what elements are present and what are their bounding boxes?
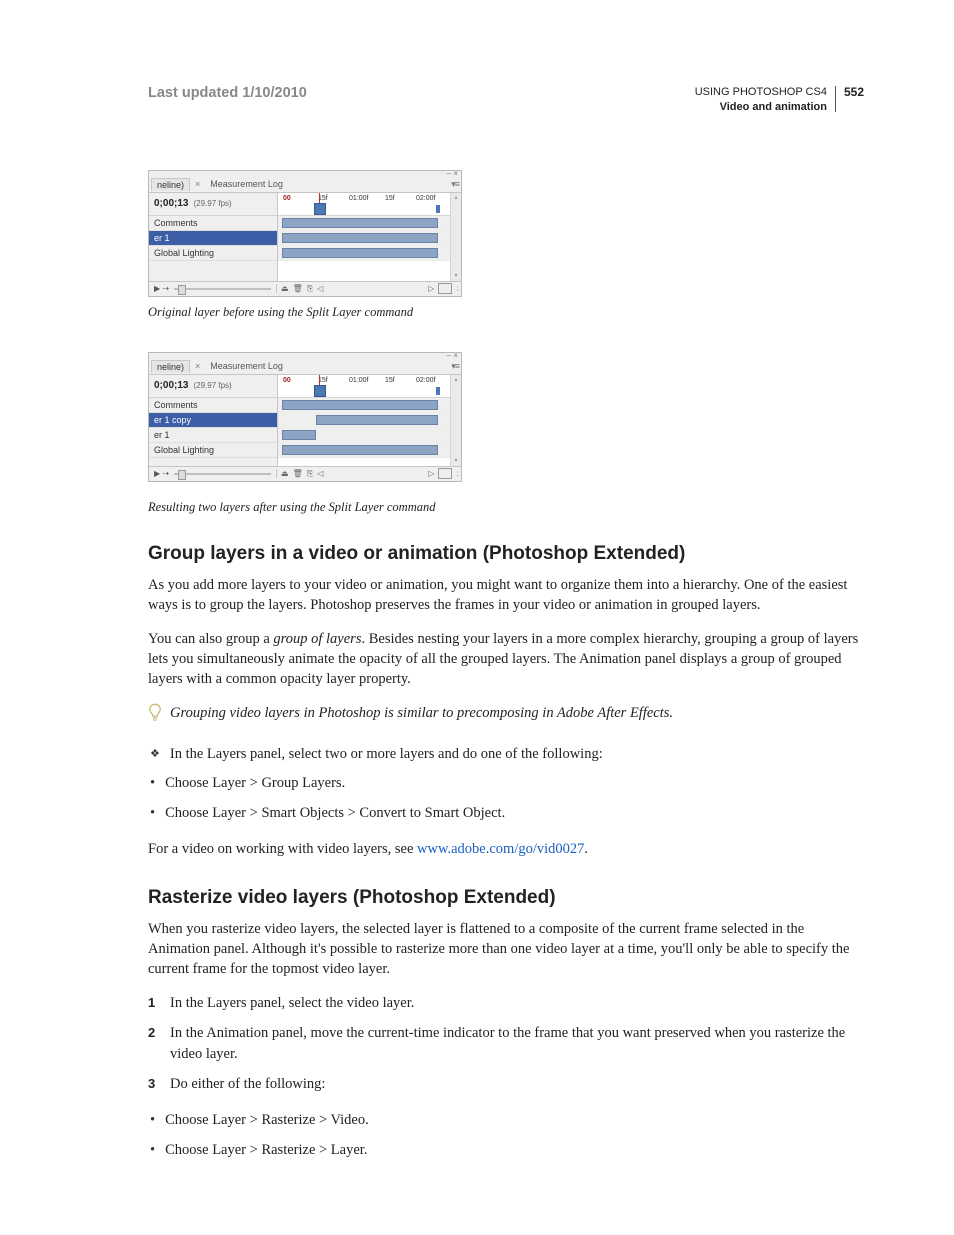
clip-comments: [282, 218, 438, 228]
numbered-steps: 1In the Layers panel, select the video l…: [148, 993, 864, 1096]
tip-bulb-icon: [148, 703, 162, 728]
timecode-display: 0;00;13: [154, 198, 188, 209]
bullet-list: Choose Layer > Group Layers. Choose Laye…: [148, 773, 864, 825]
fps-display: (29.97 fps): [193, 199, 231, 208]
header-right: USING PHOTOSHOP CS4 Video and animation …: [695, 85, 864, 115]
scroll-down-icon: ▾: [451, 271, 461, 281]
timecode-display: 0;00;13: [154, 380, 188, 391]
figure-1: – × neline) × Measurement Log ▾≡ 0;00;13…: [148, 170, 864, 320]
timeline-ruler: 00 15f 01:00f 15f 02:00f: [278, 193, 450, 216]
header-divider: [835, 86, 836, 112]
body-paragraph: For a video on working with video layers…: [148, 839, 864, 859]
list-item: Choose Layer > Group Layers.: [150, 773, 864, 795]
clip-global: [282, 445, 438, 455]
tip-callout: Grouping video layers in Photoshop is si…: [148, 703, 864, 728]
footer-box-icon: [438, 468, 452, 479]
list-item: Choose Layer > Rasterize > Layer.: [150, 1140, 864, 1162]
clip-comments: [282, 400, 438, 410]
tip-text: Grouping video layers in Photoshop is si…: [170, 703, 673, 723]
body-paragraph: You can also group a group of layers. Be…: [148, 629, 864, 689]
scroll-up-icon: ▴: [451, 375, 461, 385]
doc-section: Video and animation: [695, 100, 827, 115]
doc-title: USING PHOTOSHOP CS4: [695, 85, 827, 100]
footer-icon: ⏏: [281, 284, 289, 293]
scroll-up-icon: ▴: [451, 193, 461, 203]
clip-er1-split: [282, 430, 316, 440]
animation-panel-2: – × neline) × Measurement Log ▾≡ 0;00;13…: [148, 352, 462, 482]
bullet-list: Choose Layer > Rasterize > Video. Choose…: [148, 1110, 864, 1162]
step-item: 1In the Layers panel, select the video l…: [148, 993, 864, 1015]
prev-frame-icon: ◁: [317, 284, 323, 293]
clip-er1-copy: [316, 415, 438, 425]
animation-panel-1: – × neline) × Measurement Log ▾≡ 0;00;13…: [148, 170, 462, 297]
panel-tab-timeline: neline): [151, 178, 190, 191]
list-item: In the Layers panel, select two or more …: [150, 744, 864, 766]
trash-icon: 🗑: [293, 284, 303, 293]
track-er1: er 1: [149, 231, 277, 246]
panel-scrollbar: ▴ ▾: [450, 193, 461, 281]
step-item: 3Do either of the following:: [148, 1074, 864, 1096]
zoom-slider: [174, 288, 271, 290]
playhead-icon: [314, 385, 326, 397]
video-link[interactable]: www.adobe.com/go/vid0027: [417, 841, 584, 857]
panel-track-list: 0;00;13 (29.97 fps) Comments er 1 copy e…: [149, 375, 278, 466]
track-comments: Comments: [149, 216, 277, 231]
list-item: Choose Layer > Rasterize > Video.: [150, 1110, 864, 1132]
track-global-lighting: Global Lighting: [149, 443, 277, 458]
track-global-lighting: Global Lighting: [149, 246, 277, 261]
panel-tab-timeline: neline): [151, 360, 190, 373]
panel-tab-measurement-log: Measurement Log: [205, 178, 288, 190]
footer-icon: ⏏: [281, 469, 289, 478]
panel-scrollbar: ▴ ▾: [450, 375, 461, 466]
diamond-list: In the Layers panel, select two or more …: [148, 744, 864, 766]
footer-icon-3: ⎘: [307, 469, 313, 479]
body-paragraph: As you add more layers to your video or …: [148, 575, 864, 615]
track-er1-copy: er 1 copy: [149, 413, 277, 428]
work-area-end-icon: [436, 205, 440, 213]
panel-menu-icon: ▾≡: [451, 179, 459, 190]
trash-icon: 🗑: [293, 469, 303, 478]
next-frame-icon: ▷: [428, 469, 434, 478]
step-item: 2In the Animation panel, move the curren…: [148, 1023, 864, 1067]
panel-tab-measurement-log: Measurement Log: [205, 360, 288, 372]
clip-global: [282, 248, 438, 258]
figure-2: – × neline) × Measurement Log ▾≡ 0;00;13…: [148, 352, 864, 515]
panel-track-list: 0;00;13 (29.97 fps) Comments er 1 Global…: [149, 193, 278, 281]
heading-group-layers: Group layers in a video or animation (Ph…: [148, 543, 864, 565]
next-frame-icon: ▷: [428, 284, 434, 293]
page-header: Last updated 1/10/2010 USING PHOTOSHOP C…: [148, 85, 864, 115]
timeline-ruler: 00 15f 01:00f 15f 02:00f: [278, 375, 450, 398]
scroll-down-icon: ▾: [451, 456, 461, 466]
work-area-end-icon: [436, 387, 440, 395]
figure-1-caption: Original layer before using the Split La…: [148, 305, 864, 320]
close-icon: ×: [192, 361, 203, 371]
resize-grip-icon: .::: [456, 284, 457, 293]
list-item: Choose Layer > Smart Objects > Convert t…: [150, 803, 864, 825]
prev-frame-icon: ◁: [317, 469, 323, 478]
panel-menu-icon: ▾≡: [451, 361, 459, 372]
playback-controls-icon: ▶ ⇢: [154, 284, 169, 293]
last-updated-text: Last updated 1/10/2010: [148, 85, 307, 101]
zoom-slider: [174, 473, 271, 475]
fps-display: (29.97 fps): [193, 381, 231, 390]
playback-controls-icon: ▶ ⇢: [154, 469, 169, 478]
playhead-icon: [314, 203, 326, 215]
clip-er1: [282, 233, 438, 243]
body-paragraph: When you rasterize video layers, the sel…: [148, 919, 864, 979]
footer-icon-3: ⎘: [307, 284, 313, 294]
resize-grip-icon: .::: [456, 469, 457, 478]
page-number: 552: [844, 85, 864, 99]
close-icon: ×: [192, 179, 203, 189]
track-er1: er 1: [149, 428, 277, 443]
heading-rasterize: Rasterize video layers (Photoshop Extend…: [148, 887, 864, 909]
track-comments: Comments: [149, 398, 277, 413]
figure-2-caption: Resulting two layers after using the Spl…: [148, 500, 864, 515]
footer-box-icon: [438, 283, 452, 294]
